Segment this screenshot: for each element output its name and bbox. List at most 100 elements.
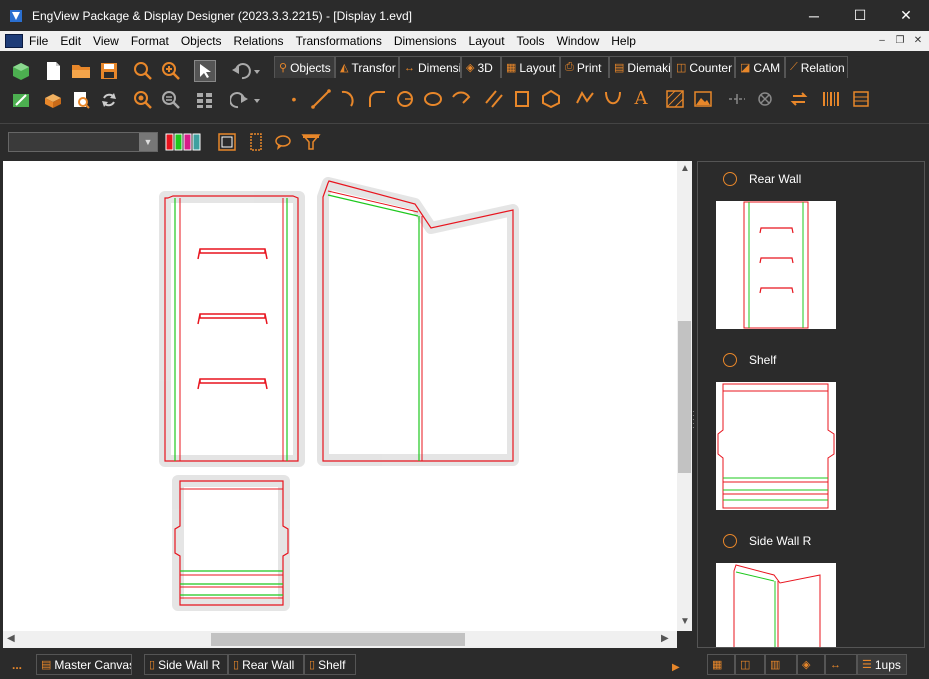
side-wall-r-shape[interactable]: [322, 180, 514, 462]
panel-tab-1[interactable]: ▦: [707, 654, 735, 675]
tab-cam[interactable]: ◪ CAM: [735, 56, 785, 78]
menu-help[interactable]: Help: [611, 34, 644, 48]
tab-print[interactable]: ⎙ Print: [560, 56, 609, 78]
menu-layout[interactable]: Layout: [469, 34, 513, 48]
preview-icon[interactable]: [70, 89, 92, 111]
panel-tab-ups[interactable]: ☰ 1ups: [857, 654, 907, 675]
bridge-icon[interactable]: [726, 88, 748, 110]
swap-icon[interactable]: [788, 88, 810, 110]
tab-transformations[interactable]: ◭ Transfor: [335, 56, 399, 78]
grid-icon[interactable]: [194, 89, 216, 111]
tab-side-wall-r[interactable]: ▯ Side Wall R: [144, 654, 228, 675]
comment-icon[interactable]: [272, 131, 294, 153]
tab-counter[interactable]: ◫ Counter: [671, 56, 735, 78]
radio-button[interactable]: [723, 534, 737, 548]
polyline-icon[interactable]: [574, 88, 596, 110]
menu-relations[interactable]: Relations: [234, 34, 292, 48]
open-folder-icon[interactable]: [70, 60, 92, 82]
scroll-left-icon[interactable]: ◀: [7, 633, 15, 644]
menu-format[interactable]: Format: [131, 34, 177, 48]
undo-icon[interactable]: [228, 60, 262, 82]
menu-objects[interactable]: Objects: [181, 34, 230, 48]
zoom-in-icon[interactable]: [160, 60, 182, 82]
minimize-button[interactable]: ─: [791, 0, 837, 31]
scroll-right-icon[interactable]: ▶: [661, 633, 669, 644]
tab-shelf[interactable]: ▯ Shelf: [304, 654, 356, 675]
shelf-thumbnail[interactable]: [716, 382, 836, 510]
radio-button[interactable]: [723, 172, 737, 186]
edit-icon[interactable]: [10, 89, 32, 111]
image-icon[interactable]: [692, 88, 714, 110]
new-file-icon[interactable]: [42, 60, 64, 82]
more-tabs-button[interactable]: ...: [12, 658, 22, 672]
tab-master-canvas[interactable]: ▤ Master Canvas: [36, 654, 132, 675]
parallel-lines-icon[interactable]: [483, 88, 505, 110]
layer-icon[interactable]: [216, 131, 238, 153]
tab-relations[interactable]: ⟋ Relation: [785, 56, 848, 78]
horizontal-scrollbar[interactable]: ◀ ▶: [3, 631, 677, 648]
funnel-icon[interactable]: [300, 131, 322, 153]
polygon-icon[interactable]: [540, 88, 562, 110]
fillet-icon[interactable]: [366, 88, 388, 110]
vertical-scrollbar[interactable]: ▲ ▼: [677, 161, 692, 631]
zoom-fit-icon[interactable]: [132, 89, 154, 111]
table-icon[interactable]: [850, 88, 872, 110]
shelf-shape[interactable]: [174, 480, 289, 606]
save-icon[interactable]: [98, 60, 120, 82]
barcode-icon[interactable]: [820, 88, 842, 110]
spline-icon[interactable]: [602, 88, 624, 110]
menu-edit[interactable]: Edit: [60, 34, 89, 48]
menu-window[interactable]: Window: [557, 34, 608, 48]
splitter-grip-icon[interactable]: · · · · ·: [692, 408, 696, 434]
horizontal-scroll-thumb[interactable]: [211, 633, 465, 646]
open-3d-icon[interactable]: [42, 89, 64, 111]
menu-file[interactable]: File: [29, 34, 56, 48]
menu-view[interactable]: View: [93, 34, 127, 48]
new-3d-icon[interactable]: [10, 60, 32, 82]
scroll-up-icon[interactable]: ▲: [680, 163, 690, 174]
side-wall-r-thumbnail[interactable]: [716, 563, 836, 647]
close-button[interactable]: ✕: [883, 0, 929, 31]
tab-dimensions[interactable]: ↔ Dimensi: [399, 56, 461, 78]
tab-rear-wall[interactable]: ▯ Rear Wall: [228, 654, 304, 675]
panel-tab-4[interactable]: ◈: [797, 654, 825, 675]
radio-button[interactable]: [723, 353, 737, 367]
tab-objects[interactable]: ⚲ Objects: [274, 56, 335, 78]
mdi-close-button[interactable]: ✕: [909, 32, 927, 48]
zoom-icon[interactable]: [132, 60, 154, 82]
point-icon[interactable]: •: [283, 88, 305, 110]
line-icon[interactable]: [310, 88, 332, 110]
scroll-tabs-right-icon[interactable]: ▶: [672, 662, 680, 673]
chevron-down-icon[interactable]: ▼: [139, 133, 157, 151]
curve-icon[interactable]: [450, 88, 472, 110]
zoom-window-icon[interactable]: [160, 89, 182, 111]
document-icon[interactable]: [5, 34, 23, 48]
tab-3d[interactable]: ◈ 3D: [461, 56, 501, 78]
text-icon[interactable]: A: [630, 88, 652, 110]
panel-tab-2[interactable]: ◫: [735, 654, 765, 675]
ellipse-icon[interactable]: [422, 88, 444, 110]
mdi-minimize-button[interactable]: ‒: [873, 32, 891, 48]
mdi-restore-button[interactable]: ❐: [891, 32, 909, 48]
vertical-scroll-thumb[interactable]: [678, 321, 691, 473]
menu-dimensions[interactable]: Dimensions: [394, 34, 465, 48]
drawing-canvas[interactable]: [3, 161, 677, 631]
tab-diemaking[interactable]: ▤ Diemaki: [609, 56, 671, 78]
line-type-select[interactable]: ▼: [8, 132, 158, 152]
menu-tools[interactable]: Tools: [517, 34, 553, 48]
hatch-icon[interactable]: [664, 88, 686, 110]
cross-mark-icon[interactable]: [754, 88, 776, 110]
arc-icon[interactable]: [338, 88, 360, 110]
select-arrow-icon[interactable]: [194, 60, 216, 82]
refresh-icon[interactable]: [98, 89, 120, 111]
color-palette-icon[interactable]: [164, 131, 204, 153]
panel-tab-3[interactable]: ▥: [765, 654, 797, 675]
rectangle-icon[interactable]: [511, 88, 533, 110]
menu-transformations[interactable]: Transformations: [296, 34, 390, 48]
redo-icon[interactable]: [228, 89, 262, 111]
rear-wall-shape[interactable]: [164, 195, 299, 462]
panel-tab-5[interactable]: ↔: [825, 654, 857, 675]
sheet-icon[interactable]: [245, 131, 267, 153]
maximize-button[interactable]: ☐: [837, 0, 883, 31]
rear-wall-thumbnail[interactable]: [716, 201, 836, 329]
